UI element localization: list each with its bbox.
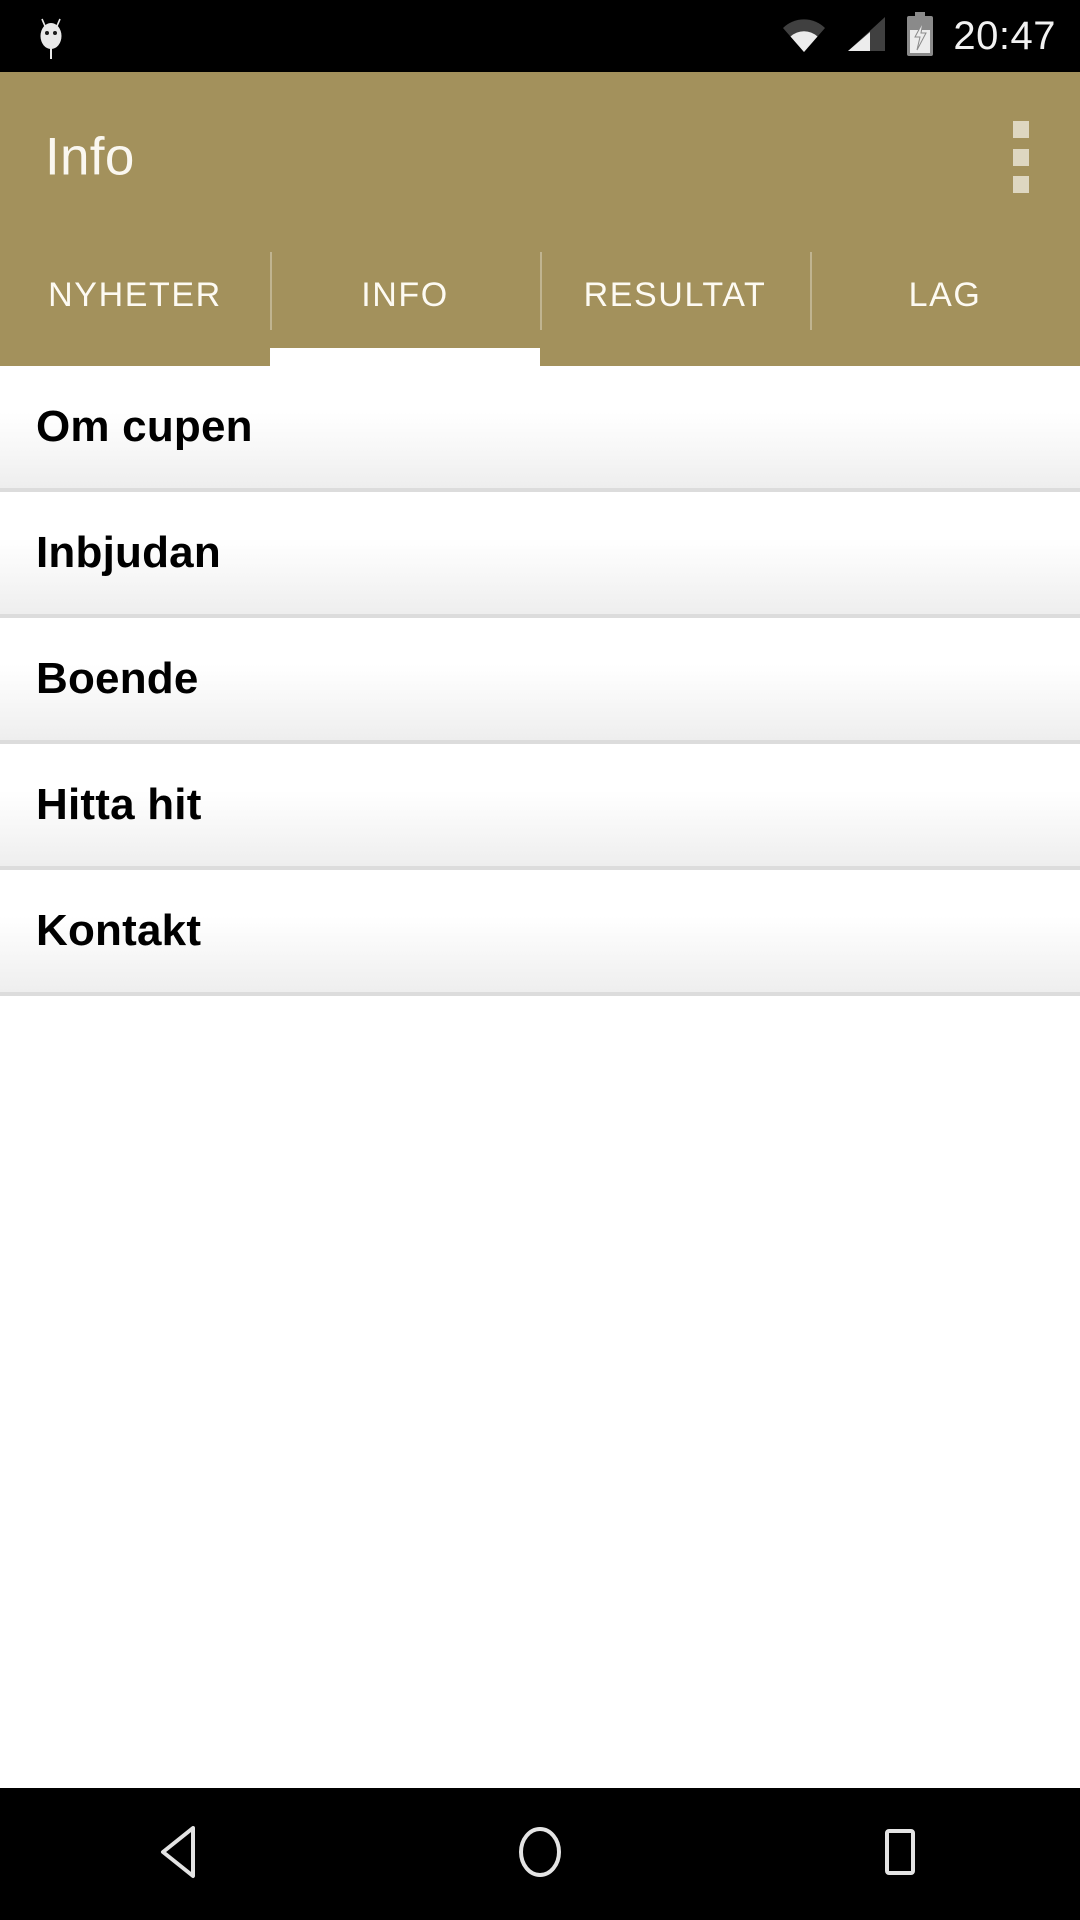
home-circle-icon (511, 1823, 569, 1886)
status-bar-right: 20:47 (781, 11, 1056, 61)
phone-screen: 20:47 Info NYHETER INFO RESULTAT LAG Om … (0, 0, 1080, 1920)
overflow-dot-2 (1013, 148, 1029, 166)
status-bar: 20:47 (0, 0, 1080, 72)
tab-divider (810, 252, 812, 330)
list-item-label: Hitta hit (36, 780, 202, 829)
back-triangle-icon (153, 1823, 207, 1886)
tab-label: INFO (361, 276, 449, 314)
back-button[interactable] (100, 1788, 260, 1920)
info-list: Om cupen Inbjudan Boende Hitta hit Konta… (0, 366, 1080, 1788)
overflow-menu-icon[interactable] (998, 119, 1044, 195)
list-item[interactable]: Hitta hit (0, 744, 1080, 870)
active-tab-indicator (270, 348, 540, 366)
overflow-dot-3 (1013, 176, 1029, 193)
app-bar: Info (0, 72, 1080, 242)
list-item[interactable]: Om cupen (0, 366, 1080, 492)
tab-label: LAG (908, 276, 982, 314)
tab-info[interactable]: INFO (270, 242, 540, 366)
recents-square-icon (874, 1823, 926, 1886)
tab-resultat[interactable]: RESULTAT (540, 242, 810, 366)
list-item-label: Kontakt (36, 906, 202, 955)
list-item-label: Inbjudan (36, 528, 221, 577)
status-bar-left (34, 13, 68, 59)
status-bar-clock: 20:47 (953, 14, 1056, 58)
tab-nyheter[interactable]: NYHETER (0, 242, 270, 366)
page-title: Info (45, 127, 135, 187)
recents-button[interactable] (820, 1788, 980, 1920)
system-navigation-bar (0, 1788, 1080, 1920)
wifi-icon (781, 15, 827, 58)
tab-divider (270, 252, 272, 330)
tab-label: RESULTAT (583, 276, 767, 314)
tab-divider (540, 252, 542, 330)
list-item-label: Boende (36, 654, 199, 703)
tab-bar: NYHETER INFO RESULTAT LAG (0, 242, 1080, 366)
list-item[interactable]: Inbjudan (0, 492, 1080, 618)
list-item[interactable]: Boende (0, 618, 1080, 744)
list-item-label: Om cupen (36, 402, 253, 451)
overflow-dot-1 (1013, 121, 1029, 138)
home-button[interactable] (460, 1788, 620, 1920)
tab-label: NYHETER (48, 276, 222, 314)
cellular-signal-icon (845, 15, 887, 58)
battery-charging-icon (905, 11, 935, 61)
list-item[interactable]: Kontakt (0, 870, 1080, 996)
android-head-icon (34, 13, 68, 59)
tab-lag[interactable]: LAG (810, 242, 1080, 366)
